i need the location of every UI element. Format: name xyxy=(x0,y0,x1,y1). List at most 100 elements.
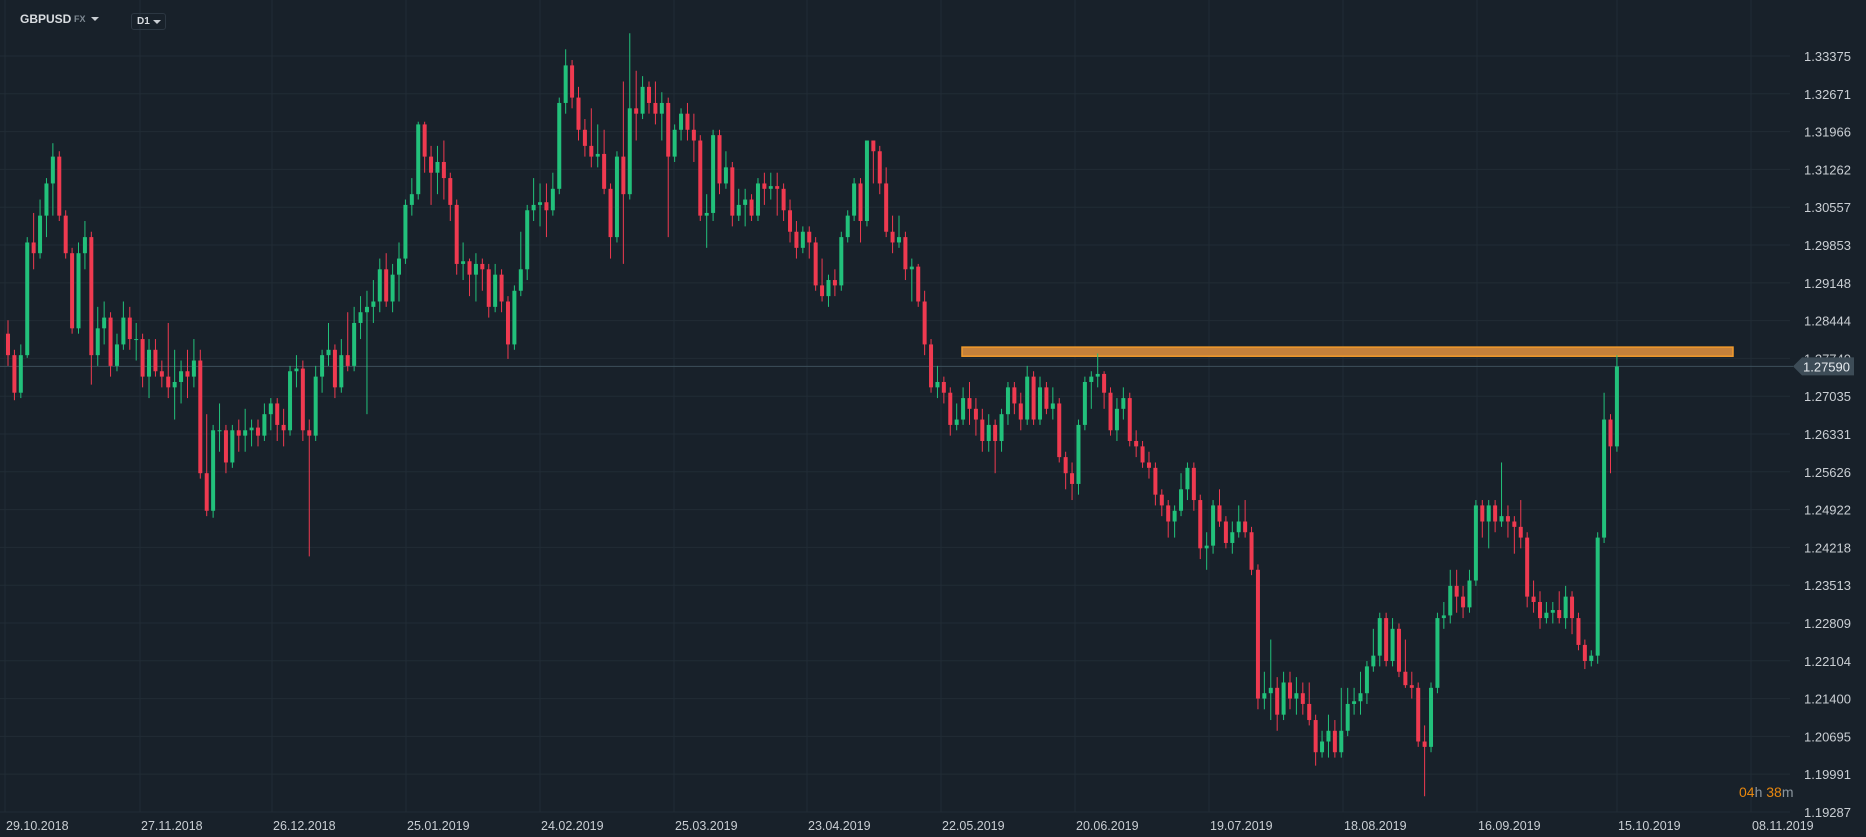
symbol-label[interactable]: GBPUSD xyxy=(20,12,71,26)
candle-body xyxy=(871,140,876,152)
timeframe-selector[interactable]: D1 xyxy=(131,13,166,30)
candle xyxy=(1332,720,1337,758)
candle-body xyxy=(723,167,728,184)
x-tick-label: 26.12.2018 xyxy=(273,819,336,833)
candle-body xyxy=(307,430,312,436)
candle xyxy=(1307,682,1312,726)
candle xyxy=(512,285,517,350)
candle xyxy=(140,333,145,388)
candle xyxy=(409,178,414,216)
candle-body xyxy=(371,301,376,307)
candle xyxy=(730,161,735,227)
candle-body xyxy=(236,430,241,436)
candle-body xyxy=(935,381,940,388)
candle xyxy=(614,151,619,243)
candle-body xyxy=(877,151,882,184)
candle-body xyxy=(159,371,164,377)
symbol-dropdown-icon[interactable] xyxy=(91,17,99,21)
candle xyxy=(864,140,869,227)
candle-body xyxy=(211,430,216,511)
candle-body xyxy=(916,266,921,302)
candle xyxy=(647,81,651,114)
candle-body xyxy=(672,129,677,157)
candle-body xyxy=(1371,655,1376,667)
candle xyxy=(768,172,773,200)
candle xyxy=(320,349,325,393)
candle-body xyxy=(448,178,453,205)
candle xyxy=(307,419,312,557)
candle xyxy=(781,183,786,222)
candle-body xyxy=(1473,505,1478,581)
candle-body xyxy=(108,317,113,366)
candle-body xyxy=(1300,693,1305,704)
candle xyxy=(390,263,395,313)
candle-body xyxy=(563,65,568,103)
candle xyxy=(332,344,337,399)
candle xyxy=(217,403,222,452)
candle xyxy=(1377,612,1382,667)
candle xyxy=(223,424,228,474)
y-tick-label: 1.32671 xyxy=(1804,87,1851,102)
candle xyxy=(1262,671,1267,710)
candle xyxy=(1576,612,1581,651)
time-axis[interactable]: 29.10.2018 27.11.2018 26.12.2018 25.01.2019… xyxy=(6,819,1814,833)
candle xyxy=(18,344,23,399)
candle-body xyxy=(364,306,369,313)
candle xyxy=(531,178,536,222)
y-tick-label: 1.25626 xyxy=(1804,465,1851,480)
candle-body xyxy=(749,199,754,216)
candle-body xyxy=(480,263,485,270)
candle xyxy=(486,263,491,318)
candle-body xyxy=(691,129,696,141)
candle-body xyxy=(467,261,472,275)
candle xyxy=(364,290,369,415)
candle xyxy=(1563,585,1568,629)
candle xyxy=(1070,462,1075,501)
candle-body xyxy=(1320,741,1325,753)
candlestick-chart[interactable]: 1.33375 1.32671 1.31966 1.31262 1.30557 1.298… xyxy=(0,0,1866,837)
current-price-label: 1.27590 xyxy=(1803,359,1850,374)
price-axis[interactable]: 1.33375 1.32671 1.31966 1.31262 1.30557 1.298… xyxy=(1804,49,1851,820)
candle-body xyxy=(473,263,478,275)
candle xyxy=(371,280,376,323)
candle xyxy=(236,419,241,452)
candle xyxy=(679,108,684,141)
candle xyxy=(589,108,594,168)
candle xyxy=(1300,682,1305,715)
countdown-hours-unit: h xyxy=(1754,784,1763,800)
candle xyxy=(877,145,882,195)
candle xyxy=(1505,505,1510,538)
candle xyxy=(704,194,709,248)
candle xyxy=(127,306,132,350)
candle-body xyxy=(268,403,273,415)
candle-body xyxy=(179,371,184,382)
candle-body xyxy=(1166,505,1171,522)
candle xyxy=(38,199,43,259)
candle-body xyxy=(781,188,786,211)
candle-body xyxy=(961,398,966,420)
candle-body xyxy=(326,349,331,356)
candle-body xyxy=(762,183,767,189)
candle-body xyxy=(1038,387,1043,420)
y-tick-label: 1.19287 xyxy=(1804,805,1851,820)
candle xyxy=(845,210,850,243)
candle xyxy=(1044,381,1049,415)
candle xyxy=(1012,381,1017,415)
candle-body xyxy=(903,237,908,270)
candle xyxy=(1473,500,1478,586)
candle-body xyxy=(1114,408,1119,431)
candle-body xyxy=(852,183,857,216)
candle xyxy=(1525,532,1530,608)
candle xyxy=(1371,628,1376,672)
candle-body xyxy=(204,473,209,511)
candle xyxy=(961,387,966,425)
candle xyxy=(1172,505,1177,538)
resistance-zone[interactable] xyxy=(961,346,1734,357)
candle xyxy=(480,258,485,291)
candle xyxy=(1403,639,1408,688)
candle-body xyxy=(243,430,248,436)
candle-body xyxy=(1352,701,1357,704)
candle-body xyxy=(1223,521,1228,543)
candle xyxy=(384,253,389,307)
candle-body xyxy=(531,204,536,211)
